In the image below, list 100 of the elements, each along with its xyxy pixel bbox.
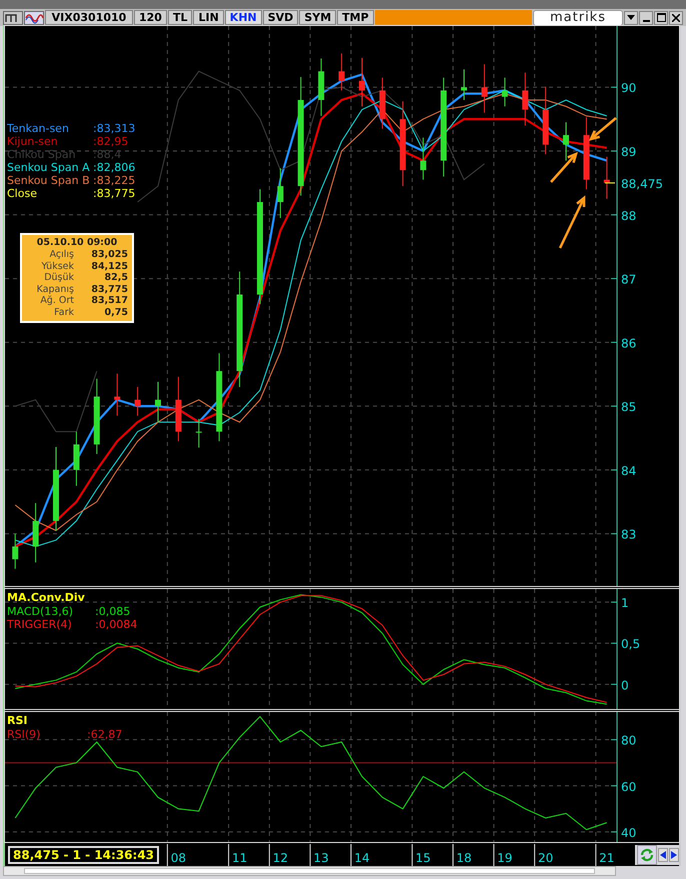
tooltip-label: Kapanış bbox=[36, 284, 74, 295]
candlestick bbox=[379, 77, 386, 130]
last-price-label: 88,475 bbox=[621, 176, 663, 191]
candlestick bbox=[481, 64, 488, 114]
horizontal-scrollbar[interactable] bbox=[3, 866, 616, 876]
axis-label: 87 bbox=[621, 272, 636, 287]
legend-label: Senkou Span A bbox=[7, 161, 91, 174]
toolbar-button[interactable]: SVD bbox=[262, 10, 298, 25]
axis-label: 1 bbox=[621, 596, 629, 610]
time-axis-label: 15 bbox=[416, 851, 431, 865]
tooltip-value: 83,517 bbox=[90, 295, 128, 306]
legend-value: :0,0084 bbox=[95, 618, 138, 631]
candlestick bbox=[522, 72, 528, 126]
axis-label: 89 bbox=[621, 145, 636, 159]
tooltip-value: 83,025 bbox=[90, 249, 128, 260]
arrow-annotation bbox=[558, 195, 586, 249]
tooltip-value: 0,75 bbox=[104, 306, 128, 318]
candlestick bbox=[338, 52, 345, 91]
legend-label: Chikou Span bbox=[7, 148, 77, 161]
toolbar-button[interactable]: KHN bbox=[224, 10, 262, 25]
brand-logo: matriks bbox=[533, 10, 623, 26]
legend-value: :83,775 bbox=[93, 187, 136, 200]
legend-value: :62,87 bbox=[87, 728, 122, 741]
candlestick bbox=[134, 386, 141, 416]
axis-label: 86 bbox=[621, 336, 636, 350]
toolbar-button[interactable]: TMP bbox=[337, 10, 374, 25]
legend-label: Tenkan-sen bbox=[7, 122, 70, 135]
scroll-right-button[interactable] bbox=[669, 848, 679, 862]
axis-label: 83 bbox=[621, 528, 636, 542]
legend-value: :0,085 bbox=[95, 605, 130, 618]
close-button[interactable] bbox=[669, 10, 683, 24]
candlestick bbox=[32, 502, 39, 563]
symbol-button[interactable]: VIX0301010 bbox=[45, 10, 133, 25]
legend-value: :82,806 bbox=[93, 161, 136, 174]
toolbar-button[interactable]: TL bbox=[168, 10, 192, 25]
legend-value: :88,4 bbox=[93, 148, 122, 161]
tooltip-label: Fark bbox=[53, 306, 74, 318]
candlestick bbox=[359, 57, 365, 107]
wave-icon[interactable] bbox=[24, 10, 44, 24]
axis-label: 84 bbox=[621, 464, 636, 478]
arrow-annotation bbox=[588, 117, 617, 141]
axis-label: 0,5 bbox=[621, 637, 640, 652]
tooltip-label: Açılış bbox=[48, 249, 74, 260]
tooltip-value: 82,5 bbox=[104, 272, 128, 284]
status-readout: 88,475 - 1 - 14:36:43 bbox=[8, 846, 160, 864]
toolbar-button[interactable]: SYM bbox=[299, 10, 336, 25]
legend-value: :83,313 bbox=[93, 122, 136, 135]
left-triangle-icon bbox=[660, 851, 666, 859]
dropdown-button[interactable] bbox=[624, 10, 638, 24]
axis-label: 60 bbox=[621, 780, 636, 794]
axis-label: 85 bbox=[621, 400, 636, 414]
candlestick bbox=[563, 122, 569, 162]
time-axis-label: 21 bbox=[599, 851, 614, 865]
candlestick bbox=[175, 376, 182, 442]
legend-label: RSI(9) bbox=[7, 728, 42, 741]
legend-label: Kijun-sen bbox=[7, 135, 59, 148]
legend-label: Senkou Span B bbox=[7, 174, 91, 187]
maximize-button[interactable] bbox=[654, 10, 668, 24]
legend-value: :83,225 bbox=[93, 174, 136, 187]
tooltip-value: 84,125 bbox=[90, 260, 128, 272]
app-icon[interactable] bbox=[3, 10, 23, 24]
candlestick bbox=[114, 373, 120, 416]
minimize-icon bbox=[642, 20, 650, 22]
legend-label: Close bbox=[7, 187, 38, 200]
toolbar-button[interactable]: LIN bbox=[193, 10, 224, 25]
scroll-left-button[interactable] bbox=[658, 848, 668, 862]
legend-value: :82,95 bbox=[93, 135, 128, 148]
axis-label: 90 bbox=[621, 81, 636, 96]
scrollbar-thumb[interactable] bbox=[24, 868, 595, 874]
candlestick bbox=[12, 533, 18, 570]
candlestick bbox=[542, 86, 549, 155]
time-axis-label: 19 bbox=[497, 851, 512, 865]
legend-label: TRIGGER(4) bbox=[7, 618, 73, 631]
candlestick bbox=[604, 156, 610, 200]
time-axis-label: 08 bbox=[170, 851, 186, 865]
tooltip-label: Yüksek bbox=[40, 260, 74, 272]
candlestick bbox=[277, 168, 284, 218]
minimize-button[interactable] bbox=[639, 10, 653, 24]
time-axis-label: 18 bbox=[456, 851, 472, 865]
candlestick bbox=[155, 381, 161, 423]
toolbar-button[interactable]: 120 bbox=[134, 10, 167, 25]
candlestick bbox=[461, 68, 467, 100]
tooltip-value: 83,775 bbox=[90, 284, 128, 295]
candlestick bbox=[196, 418, 202, 448]
candlestick bbox=[420, 137, 426, 180]
caret-icon bbox=[627, 15, 635, 20]
maximize-icon bbox=[656, 13, 666, 22]
panel-title: RSI bbox=[7, 714, 28, 728]
refresh-icon bbox=[639, 847, 655, 863]
time-axis-label: 11 bbox=[232, 851, 248, 865]
right-triangle-icon bbox=[671, 851, 677, 859]
legend-label: MACD(13,6) bbox=[7, 605, 74, 618]
time-axis-label: 20 bbox=[538, 851, 554, 865]
close-icon bbox=[672, 14, 680, 22]
axis-label: 0 bbox=[621, 678, 629, 692]
axis-label: 40 bbox=[621, 826, 636, 840]
time-axis-label: 12 bbox=[272, 851, 288, 865]
time-axis-label: 14 bbox=[354, 851, 370, 865]
tooltip-date: 05.10.10 09:00 bbox=[36, 237, 118, 249]
candlestick bbox=[73, 431, 80, 486]
